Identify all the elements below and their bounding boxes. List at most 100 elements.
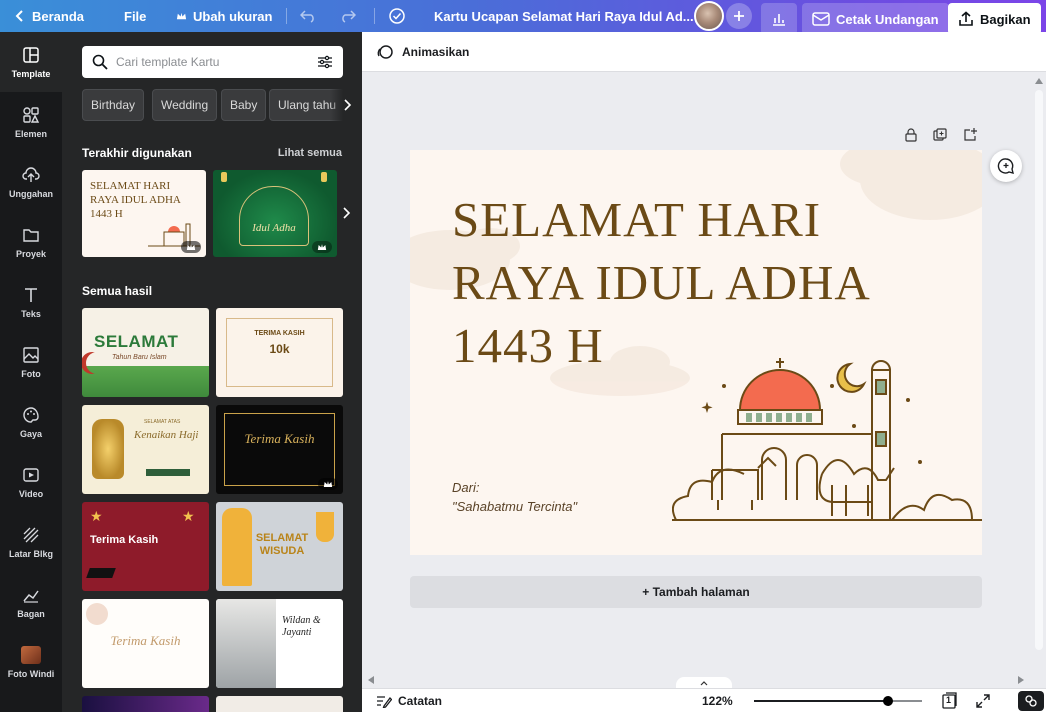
bottom-bar: Catatan 122% 1 <box>362 688 1046 712</box>
template-title: Terima Kasih <box>110 633 181 648</box>
rail-item-label: Elemen <box>14 128 47 139</box>
mosque-illustration[interactable] <box>672 350 982 525</box>
page-count: 1 <box>946 695 952 705</box>
lock-icon[interactable] <box>904 128 918 142</box>
zoom-value: 122% <box>702 694 733 708</box>
see-all-link[interactable]: Lihat semua <box>278 147 342 159</box>
scroll-right-icon[interactable] <box>1018 676 1024 684</box>
result-template-10[interactable] <box>216 696 343 712</box>
chevron-left-icon <box>15 10 23 22</box>
rail-item-label: Video <box>18 488 44 499</box>
redo-icon <box>342 10 356 23</box>
star-icon: ★ <box>90 508 103 524</box>
user-avatar[interactable] <box>694 0 724 32</box>
result-template-9[interactable] <box>82 696 209 712</box>
lantern-icon <box>92 419 124 479</box>
chips-next-button[interactable] <box>330 89 352 121</box>
background-icon <box>23 527 39 542</box>
bar-chart-icon <box>773 14 785 26</box>
top-bar: Beranda File Ubah ukuran Kartu Ucapan Se… <box>0 0 1046 35</box>
rail-item-styles[interactable]: Gaya <box>0 392 62 452</box>
vertical-scrollbar[interactable] <box>1032 72 1046 673</box>
notes-button[interactable]: Catatan <box>376 689 442 712</box>
rail-item-app[interactable]: Foto Windi <box>0 632 62 692</box>
chip-wedding[interactable]: Wedding <box>152 89 218 121</box>
elements-icon <box>23 106 40 123</box>
template-title: SELAMAT <box>94 332 179 351</box>
card-headline[interactable]: SELAMAT HARI RAYA IDUL ADHA 1443 H <box>452 188 871 377</box>
file-menu-button[interactable]: File <box>124 0 146 32</box>
redo-button[interactable] <box>340 0 356 32</box>
scroll-left-icon[interactable] <box>368 676 374 684</box>
template-title: Kenaikan Haji <box>134 429 199 441</box>
rail-item-background[interactable]: Latar Blkg <box>0 512 62 572</box>
rail-item-template[interactable]: Template <box>0 32 62 92</box>
photo-icon <box>23 346 39 363</box>
cloud-check-icon <box>389 8 405 24</box>
divider <box>286 8 287 24</box>
resize-button[interactable]: Ubah ukuran <box>176 0 272 32</box>
share-label: Bagikan <box>980 11 1031 27</box>
help-button[interactable] <box>1018 691 1044 711</box>
chip-birthday[interactable]: Birthday <box>82 89 145 121</box>
green-button <box>146 469 190 476</box>
add-page-icon[interactable] <box>963 127 978 142</box>
search-box[interactable]: Cari template Kartu <box>82 46 343 78</box>
result-template-1[interactable]: SELAMAT Tahun Baru Islam <box>82 308 209 397</box>
rail-item-elements[interactable]: Elemen <box>0 92 62 152</box>
zoom-slider[interactable] <box>754 689 922 712</box>
design-canvas-page[interactable]: SELAMAT HARI RAYA IDUL ADHA 1443 H Dari:… <box>410 150 982 555</box>
recent-template-idul-adha-1[interactable]: SELAMAT HARI RAYA IDUL ADHA 1443 H <box>82 170 206 257</box>
app-root: Beranda File Ubah ukuran Kartu Ucapan Se… <box>0 0 1046 712</box>
filter-icon[interactable] <box>317 55 333 69</box>
template-panel: Cari template Kartu Birthday Wedding Bab… <box>62 32 362 712</box>
rail-item-photos[interactable]: Foto <box>0 332 62 392</box>
page-count-button[interactable]: 1 <box>940 689 958 712</box>
rail-item-uploads[interactable]: Unggahan <box>0 152 62 212</box>
comment-button[interactable] <box>990 150 1022 182</box>
rail-item-text[interactable]: Teks <box>0 272 62 332</box>
animate-button[interactable]: Animasikan <box>402 45 469 59</box>
document-title[interactable]: Kartu Ucapan Selamat Hari Raya Idul Ad..… <box>434 0 694 32</box>
result-template-2[interactable]: TERIMA KASIH 10k <box>216 308 343 397</box>
print-invitation-button[interactable]: Cetak Undangan <box>802 3 949 35</box>
animate-toolbar: Animasikan <box>362 32 1046 72</box>
document-title-text: Kartu Ucapan Selamat Hari Raya Idul Ad..… <box>434 8 694 24</box>
result-template-5[interactable]: Terima Kasih ★ ★ <box>82 502 209 591</box>
premium-crown-icon <box>312 241 332 253</box>
rail-item-charts[interactable]: Bagan <box>0 572 62 632</box>
from-name[interactable]: "Sahabatmu Tercinta" <box>452 499 577 514</box>
zoom-percentage[interactable]: 122% <box>702 689 733 712</box>
from-label[interactable]: Dari: <box>452 480 479 495</box>
recent-next-button[interactable] <box>338 202 354 224</box>
rail-item-video[interactable]: Video <box>0 452 62 512</box>
result-template-8[interactable]: Wildan & Jayanti <box>216 599 343 688</box>
template-title: Wildan & Jayanti <box>282 615 321 638</box>
crown-icon <box>176 12 187 19</box>
zoom-slider-thumb[interactable] <box>883 696 894 706</box>
home-label: Beranda <box>32 8 85 24</box>
chip-baby[interactable]: Baby <box>221 89 267 121</box>
recent-template-idul-adha-2[interactable]: Idul Adha <box>213 170 337 257</box>
duplicate-page-icon[interactable] <box>933 128 947 142</box>
result-template-7[interactable]: Terima Kasih <box>82 599 209 688</box>
cloud-save-status[interactable] <box>388 0 406 32</box>
headline-line-2: RAYA IDUL ADHA <box>452 255 871 310</box>
template-icon <box>23 46 39 63</box>
add-page-button[interactable]: + Tambah halaman <box>410 576 982 608</box>
share-button[interactable]: Bagikan <box>948 3 1041 35</box>
scroll-up-icon[interactable] <box>1035 78 1043 84</box>
insights-button[interactable] <box>761 3 797 35</box>
result-template-3[interactable]: SELAMAT ATAS Kenaikan Haji <box>82 405 209 494</box>
result-template-4[interactable]: Terima Kasih <box>216 405 343 494</box>
fullscreen-button[interactable] <box>976 689 990 712</box>
home-button[interactable]: Beranda <box>14 0 84 32</box>
scroll-thumb[interactable] <box>1035 90 1043 650</box>
undo-button[interactable] <box>300 0 316 32</box>
chevron-up-icon <box>700 680 708 685</box>
notes-icon <box>377 696 392 708</box>
rail-item-projects[interactable]: Proyek <box>0 212 62 272</box>
result-template-6[interactable]: SELAMAT WISUDA <box>216 502 343 591</box>
add-collaborator-button[interactable] <box>726 0 752 32</box>
search-input[interactable]: Cari template Kartu <box>116 55 309 69</box>
